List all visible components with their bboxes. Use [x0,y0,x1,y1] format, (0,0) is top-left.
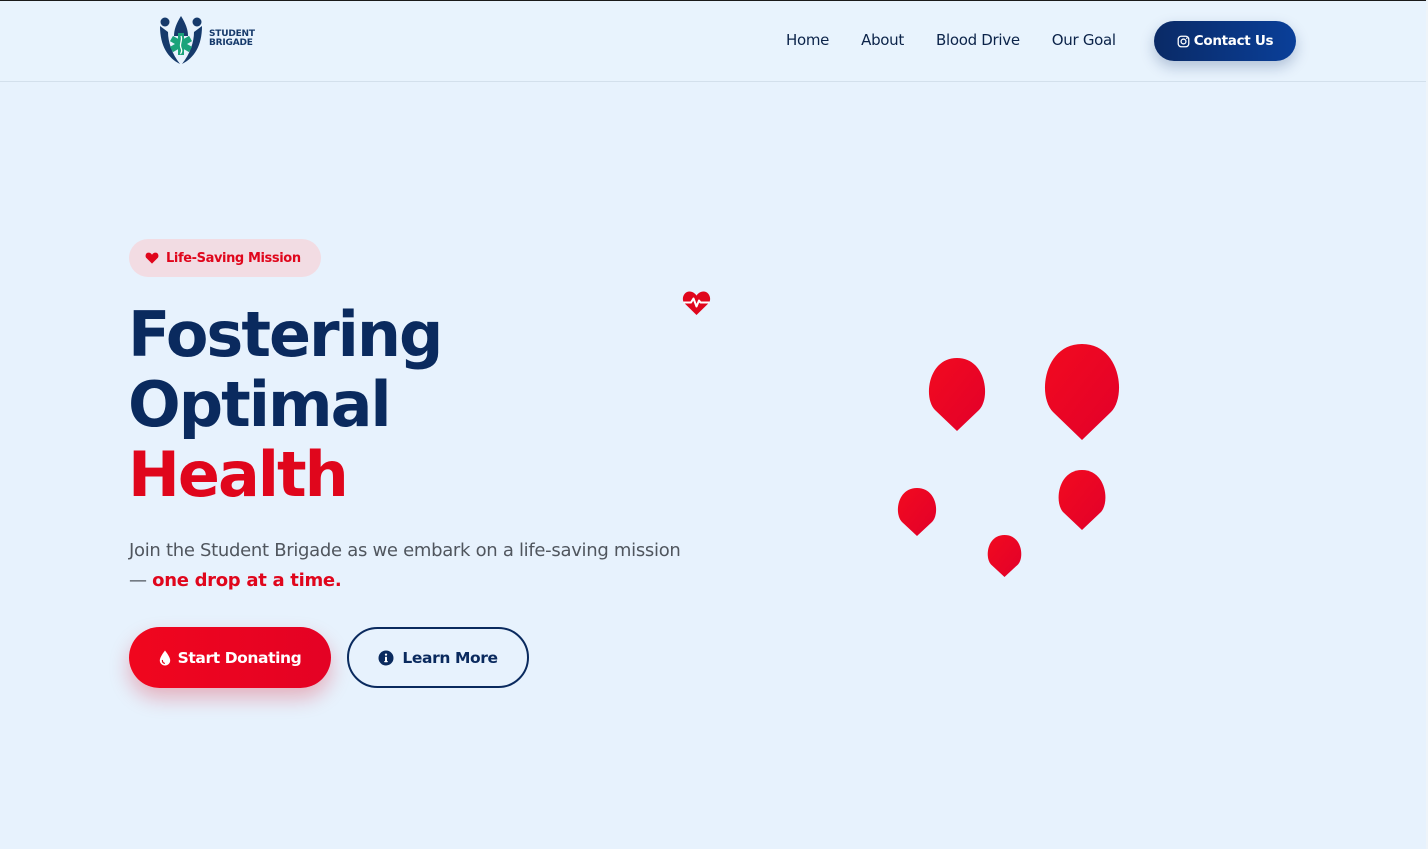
heart-pulse-icon [682,291,711,315]
start-donating-button[interactable]: Start Donating [129,627,331,688]
hero-subtitle: Join the Student Brigade as we embark on… [129,536,689,596]
learn-more-label: Learn More [402,648,498,667]
brand-name: STUDENT BRIGADE [209,30,255,48]
info-circle-icon [378,650,394,665]
learn-more-button[interactable]: Learn More [347,627,529,688]
main-nav: Home About Blood Drive Our Goal [786,31,1148,49]
brand-logo[interactable]: STUDENT BRIGADE [154,11,264,67]
nav-item-our-goal[interactable]: Our Goal [1052,31,1116,49]
headline-line-2: Optimal [128,368,392,441]
blood-drop-icon [159,650,170,665]
headline-line-3: Health [128,438,349,511]
nav-item-about[interactable]: About [861,31,904,49]
headline-line-1: Fostering [128,298,443,371]
contact-us-button[interactable]: Contact Us [1154,21,1296,61]
mission-badge-label: Life-Saving Mission [166,250,301,266]
student-brigade-emblem-icon [160,16,202,64]
heart-icon [145,252,159,264]
nav-item-home[interactable]: Home [786,31,829,49]
floating-blood-drop-1 [928,358,986,431]
nav-item-blood-drive[interactable]: Blood Drive [936,31,1020,49]
contact-us-label: Contact Us [1193,33,1274,49]
mission-badge: Life-Saving Mission [129,239,321,277]
floating-blood-drop-3 [897,488,937,536]
start-donating-label: Start Donating [177,648,302,667]
floating-blood-drop-2 [1044,344,1120,440]
floating-blood-drop-5 [987,535,1022,577]
instagram-icon [1177,35,1190,47]
brand-name-line2: BRIGADE [209,38,253,48]
site-header: STUDENT BRIGADE Home About Blood Drive O… [0,1,1428,82]
hero-subtitle-highlight: one drop at a time. [152,570,342,591]
hero-headline: Fostering Optimal Health [128,298,443,511]
floating-blood-drop-4 [1058,470,1106,530]
